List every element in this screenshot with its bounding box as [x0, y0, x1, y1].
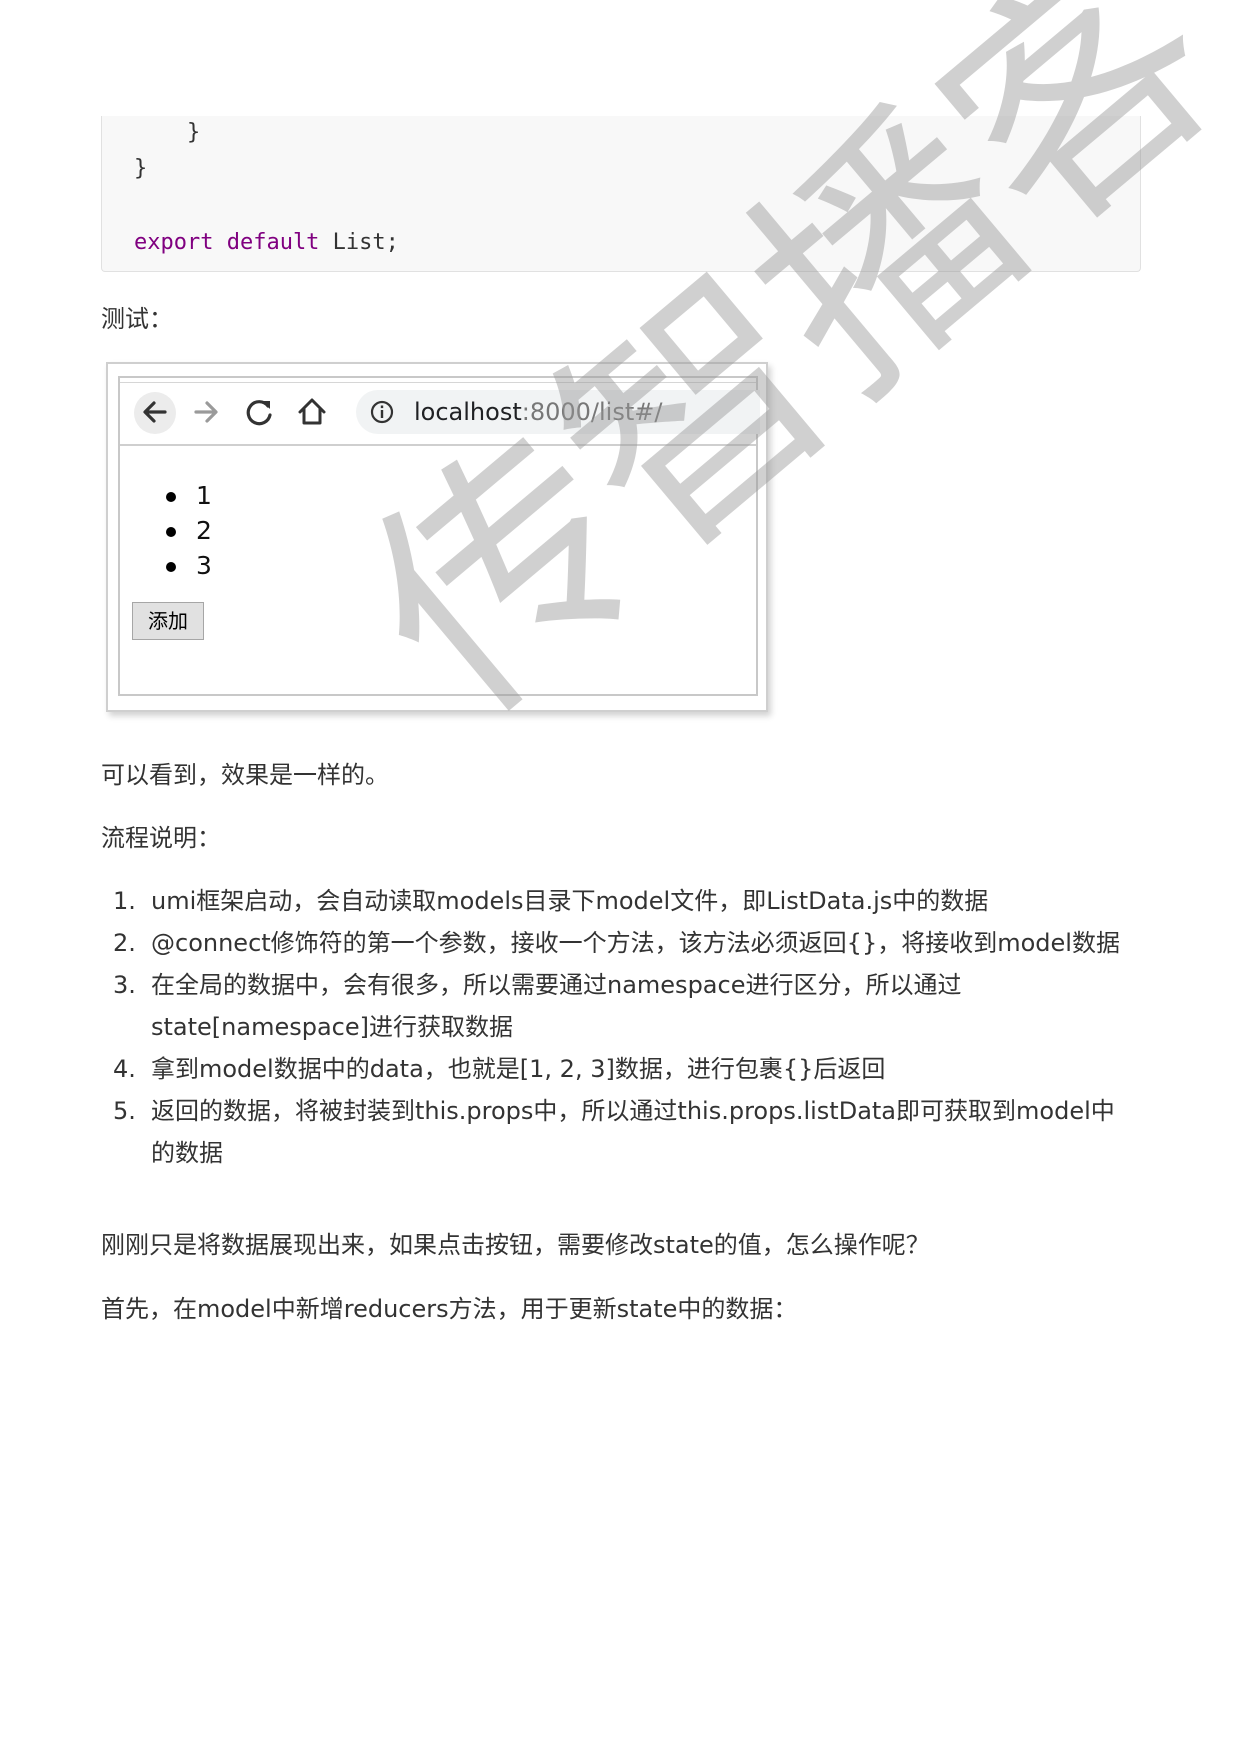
test-label: 测试： [101, 305, 173, 333]
add-button[interactable]: 添加 [132, 602, 204, 640]
code-line-export: export default List; [134, 230, 399, 256]
step-text: @connect修饰符的第一个参数，接收一个方法，该方法必须返回{}，将接收到m… [151, 929, 1120, 957]
url-host: localhost [414, 398, 522, 426]
step-text: 返回的数据，将被封装到this.props中，所以通过this.props.li… [151, 1097, 1115, 1167]
step-number: 5. [113, 1097, 136, 1125]
code-block: } } export default List; [101, 116, 1141, 272]
forward-arrow-icon[interactable] [186, 392, 226, 432]
toolbar-divider [120, 382, 756, 383]
page-list: 1 2 3 [160, 478, 212, 583]
first-step-text: 首先，在model中新增reducers方法，用于更新state中的数据： [101, 1295, 798, 1323]
url-path: :8000/list#/ [521, 398, 663, 426]
url-text[interactable]: localhost:8000/list#/ [414, 397, 662, 427]
home-icon[interactable] [292, 392, 332, 432]
step-number: 1. [113, 887, 136, 915]
step-text: 拿到model数据中的data，也就是[1, 2, 3]数据，进行包裹{}后返回 [151, 1055, 886, 1083]
list-item: 3 [160, 548, 212, 583]
steps-list: 1. umi框架启动，会自动读取models目录下model文件，即ListDat… [101, 880, 1131, 1174]
info-icon[interactable] [370, 400, 394, 424]
list-item: 4. 拿到model数据中的data，也就是[1, 2, 3]数据，进行包裹{}后… [101, 1048, 1131, 1090]
effect-text: 可以看到，效果是一样的。 [101, 761, 389, 789]
list-item: 1. umi框架启动，会自动读取models目录下model文件，即ListDat… [101, 880, 1131, 922]
list-item: 2 [160, 513, 212, 548]
list-item: 2. @connect修饰符的第一个参数，接收一个方法，该方法必须返回{}，将接收… [101, 922, 1131, 964]
list-item: 1 [160, 478, 212, 513]
browser-toolbar: localhost:8000/list#/ [120, 378, 760, 446]
code-line-closing-brace-outer: } [134, 156, 148, 181]
list-item: 5. 返回的数据，将被封装到this.props中，所以通过this.props.… [101, 1090, 1131, 1174]
step-number: 4. [113, 1055, 136, 1083]
browser-window: localhost:8000/list#/ 1 2 3 添加 [118, 376, 760, 696]
browser-screenshot: localhost:8000/list#/ 1 2 3 添加 [106, 362, 768, 712]
back-arrow-icon[interactable] [135, 392, 175, 432]
reload-icon[interactable] [240, 392, 280, 432]
flow-label: 流程说明： [101, 824, 221, 852]
step-number: 2. [113, 929, 136, 957]
step-number: 3. [113, 971, 136, 999]
address-bar[interactable]: localhost:8000/list#/ [356, 390, 760, 434]
code-export-identifier: List; [319, 230, 399, 255]
code-keyword-export-default: export default [134, 230, 320, 255]
step-text: 在全局的数据中，会有很多，所以需要通过namespace进行区分，所以通过sta… [151, 971, 962, 1041]
code-line-closing-brace-inner: } [134, 120, 201, 145]
list-item: 3. 在全局的数据中，会有很多，所以需要通过namespace进行区分，所以通过s… [101, 964, 1131, 1048]
question-text: 刚刚只是将数据展现出来，如果点击按钮，需要修改state的值，怎么操作呢？ [101, 1231, 930, 1259]
step-text: umi框架启动，会自动读取models目录下model文件，即ListData.… [151, 887, 989, 915]
